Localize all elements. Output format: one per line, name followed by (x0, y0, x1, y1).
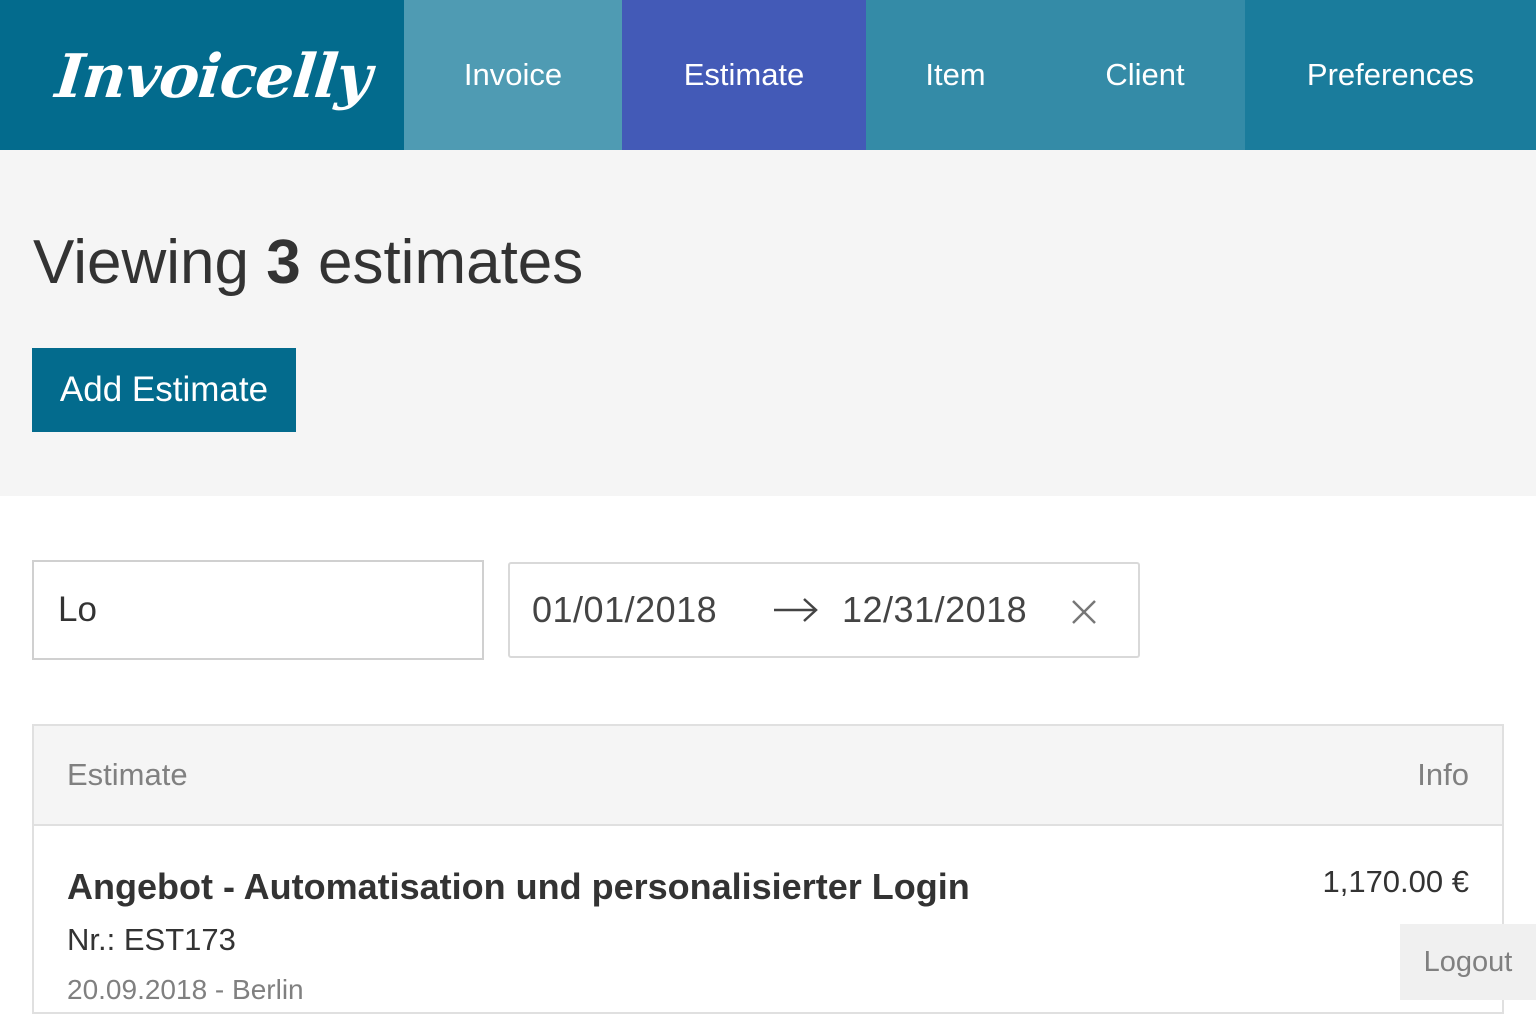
nav-estimate[interactable]: Estimate (622, 0, 866, 150)
estimate-date-location: 20.09.2018 - Berlin (67, 974, 304, 1005)
nav-preferences[interactable]: Preferences (1245, 0, 1536, 150)
nav-invoice[interactable]: Invoice (404, 0, 622, 150)
estimate-number: Nr.: EST173 (67, 922, 236, 957)
page-title-suffix: estimates (317, 228, 584, 297)
estimate-amount: 1,170.00 € (1322, 864, 1469, 899)
estimates-table: Estimate Info Angebot - Automatisation u… (32, 724, 1504, 1014)
close-icon[interactable] (1068, 596, 1100, 628)
date-end-input[interactable]: 12/31/2018 (842, 564, 1027, 656)
page-title: Viewing 3 estimates (33, 232, 583, 294)
logout-button[interactable]: Logout (1400, 924, 1536, 1000)
page-header: Viewing 3 estimates Add Estimate (0, 150, 1536, 496)
page-title-prefix: Viewing (33, 228, 250, 297)
estimate-title[interactable]: Angebot - Automatisation und personalisi… (67, 866, 970, 908)
arrow-right-icon (774, 598, 818, 622)
estimate-count: 3 (266, 228, 301, 297)
nav-item[interactable]: Item (866, 0, 1045, 150)
nav-client[interactable]: Client (1045, 0, 1245, 150)
logo-container[interactable]: Invoicelly (0, 0, 404, 150)
date-start-input[interactable]: 01/01/2018 (532, 564, 717, 656)
brand-logo[interactable]: Invoicelly (52, 42, 374, 112)
column-header-estimate[interactable]: Estimate (67, 726, 188, 824)
table-header: Estimate Info (34, 726, 1502, 826)
search-input[interactable] (32, 560, 484, 660)
top-navigation: Invoicelly Invoice Estimate Item Client … (0, 0, 1536, 150)
date-range-picker[interactable]: 01/01/2018 12/31/2018 (508, 562, 1140, 658)
column-header-info[interactable]: Info (1417, 726, 1469, 824)
add-estimate-button[interactable]: Add Estimate (32, 348, 296, 432)
table-row[interactable]: Angebot - Automatisation und personalisi… (34, 826, 1502, 1016)
